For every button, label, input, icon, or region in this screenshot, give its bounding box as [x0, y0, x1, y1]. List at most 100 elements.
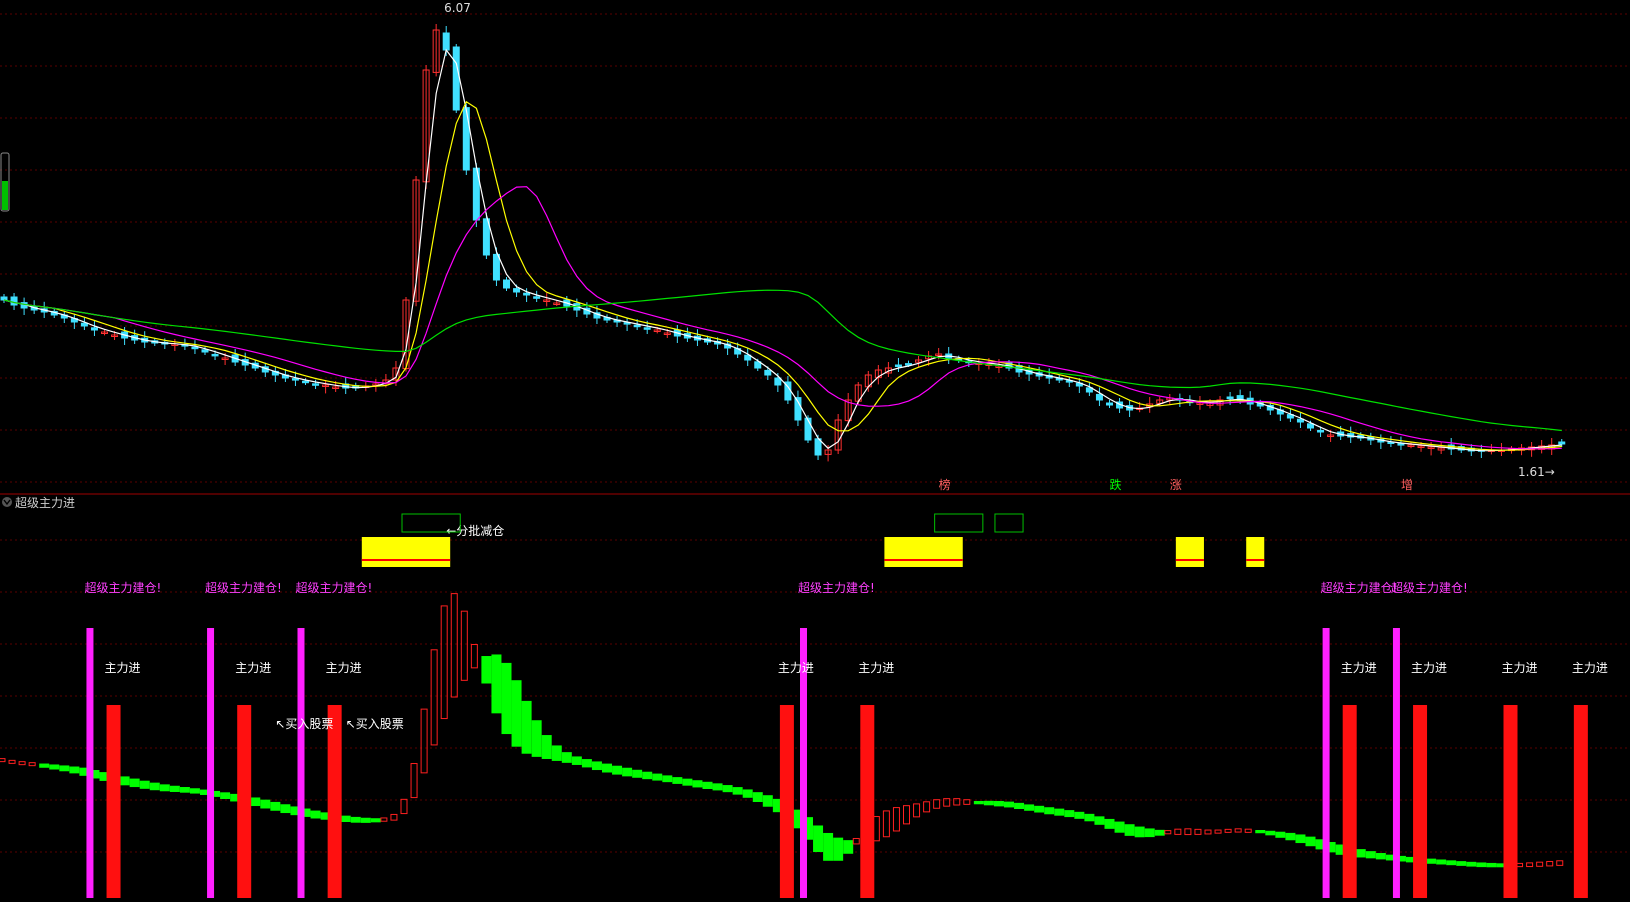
ribbon-bar [280, 804, 291, 814]
candle-body [90, 327, 98, 331]
ribbon-bar [1104, 818, 1115, 829]
candle-body [1226, 396, 1234, 399]
candle-body [442, 32, 450, 51]
ribbon-bar [581, 759, 592, 768]
ribbon-bar [1265, 830, 1276, 836]
ribbon-bar [39, 763, 50, 768]
ribbon-bar [702, 781, 713, 789]
ribbon-bar [370, 818, 381, 823]
ribbon-bar [28, 762, 36, 767]
enter-bar [1573, 705, 1588, 898]
ribbon-bar [1124, 824, 1135, 836]
ribbon-bar [1526, 862, 1534, 868]
build-signal: 超级主力建仓! [798, 580, 875, 595]
ribbon-bar [1365, 851, 1376, 859]
ribbon-bar [1074, 811, 1085, 819]
candle-body [10, 296, 18, 306]
ribbon-bar [852, 837, 860, 845]
indicator-header[interactable]: 超级主力进 [2, 495, 75, 510]
price-pane: 6.07 1.61→ 榜 跌 涨 增 [0, 1, 1566, 492]
candle-body [492, 253, 500, 281]
ribbon-bar [481, 656, 492, 684]
collapse-icon[interactable] [2, 497, 12, 507]
ribbon-bar [1094, 816, 1105, 825]
ribbon-bar [1556, 860, 1564, 866]
ribbon-bar [1034, 805, 1045, 813]
price-high-label: 6.07 [444, 1, 471, 15]
enter-signal: 主力进 [105, 661, 141, 675]
ribbon-bar [159, 784, 170, 792]
ribbon-bar [1194, 828, 1202, 835]
ribbon-bar [220, 792, 231, 800]
build-bar [86, 628, 94, 898]
ribbon-bar [1174, 828, 1182, 835]
enter-signal: 主力进 [326, 661, 362, 675]
ribbon-bar [1154, 829, 1165, 836]
ribbon-bar [913, 803, 921, 818]
ribbon-bar [1536, 861, 1544, 867]
ribbon-bar [892, 807, 900, 832]
ribbon-bar [1014, 802, 1025, 810]
ribbon-bar [430, 649, 438, 746]
candle-body [1558, 441, 1566, 445]
ribbon-bar [833, 837, 844, 861]
ribbon-bar [591, 761, 602, 771]
ribbon-bar [531, 720, 542, 757]
enter-bar [1413, 705, 1428, 898]
ribbon-bar [470, 644, 478, 669]
build-bar [207, 628, 215, 898]
ribbon-bar [1426, 858, 1437, 864]
enter-signal: 主力进 [778, 661, 814, 675]
ribbon-bar [18, 761, 26, 766]
ribbon-bar [712, 783, 723, 791]
candle-body [523, 292, 531, 296]
ribbon-bar [882, 810, 890, 838]
ribbon-bar [1466, 861, 1477, 867]
ribbon-bar [1004, 801, 1014, 808]
ribbon-bar [450, 593, 458, 698]
ribbon-bar [813, 825, 824, 853]
ribbon-bar [541, 735, 552, 759]
ribbon-bar [69, 766, 80, 774]
ribbon-bar [923, 801, 931, 813]
enter-signal: 主力进 [235, 661, 271, 675]
ribbon-bar [1164, 830, 1172, 835]
ribbon-bar [1255, 830, 1266, 834]
mark-label: 涨 [1170, 477, 1182, 492]
build-bar [1392, 628, 1400, 898]
ribbon-bar [1064, 810, 1075, 818]
indicator-pane: 超级主力建仓! 超级主力建仓! 超级主力建仓! 超级主力建仓! 超级主力建仓!超级主力建… [0, 513, 1608, 898]
candle-body [814, 438, 822, 456]
candle-body [894, 364, 902, 367]
ribbon-bar [1476, 862, 1487, 868]
ribbon-bar [380, 817, 388, 822]
enter-signal: 主力进 [1502, 661, 1538, 675]
enter-signal: 主力进 [1341, 661, 1377, 675]
ribbon-bar [49, 764, 60, 770]
ma-line-3 [3, 48, 1562, 452]
candle-body [633, 324, 641, 328]
ribbon-bar [551, 745, 562, 761]
ribbon-bar [169, 785, 180, 792]
reduce-box [934, 513, 984, 533]
warning-block [1175, 537, 1204, 567]
enter-signal: 主力进 [858, 661, 894, 675]
build-bar [297, 628, 305, 898]
candle-body [291, 378, 299, 381]
enter-bar [237, 705, 252, 898]
ribbon-bar [1375, 853, 1386, 860]
ribbon-bar [843, 840, 854, 854]
ribbon-bar [511, 680, 522, 747]
ribbon-bar [1305, 836, 1316, 847]
candle-body [804, 417, 812, 441]
ribbon-bar [390, 813, 398, 821]
ribbon-bar [1295, 834, 1306, 844]
ribbon-bar [1456, 861, 1467, 866]
ribbon-bar [612, 765, 623, 775]
candle-body [764, 369, 772, 376]
ribbon-bar [993, 800, 1004, 807]
ribbon-bar [340, 815, 351, 822]
ribbon-bar [561, 752, 572, 763]
enter-bar [860, 705, 875, 898]
ribbon-bar [1355, 849, 1366, 858]
